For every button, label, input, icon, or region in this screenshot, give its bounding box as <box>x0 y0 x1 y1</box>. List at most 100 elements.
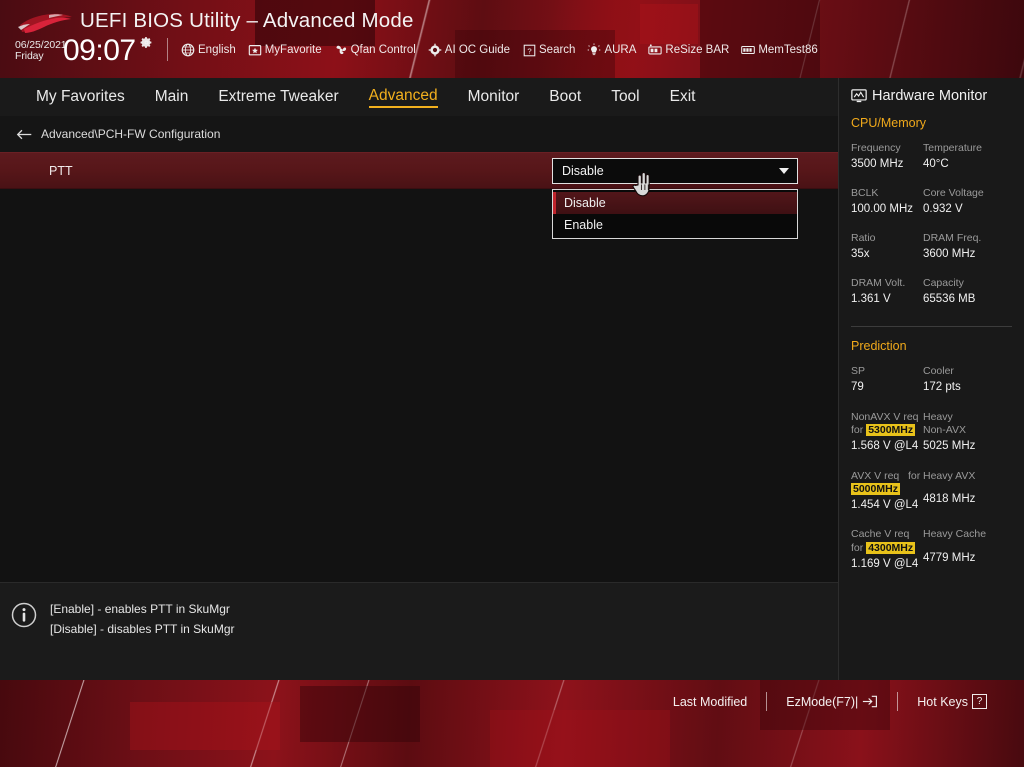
stat-value: 3500 MHz <box>851 157 904 170</box>
prediction-freq-line: for 4300MHz <box>851 542 923 556</box>
prediction-right-value: 5025 MHz <box>923 440 976 453</box>
pointing-hand-cursor <box>632 172 650 197</box>
hardware-monitor-panel: Hardware Monitor CPU/Memory Frequency 35… <box>838 78 1024 680</box>
toolbar-item-ai-oc-guide[interactable]: AI OC Guide <box>428 43 510 57</box>
stat-label: Capacity <box>923 277 964 290</box>
tab-main[interactable]: Main <box>155 88 189 106</box>
toolbar-label: Qfan Control <box>350 44 416 56</box>
toolbar-label: ReSize BAR <box>665 44 730 56</box>
toolbar-item-qfan-control[interactable]: Qfan Control <box>334 43 416 57</box>
prediction-for: for <box>851 424 864 437</box>
toolbar-item-english[interactable]: English <box>181 43 236 57</box>
stat-cooler: Cooler 172 pts <box>923 365 1024 396</box>
stat-value: 40°C <box>923 157 949 170</box>
ezmode-label: EzMode(F7)| <box>786 694 859 709</box>
prediction-freq: 5300MHz <box>866 424 916 437</box>
hot-keys-button[interactable]: Hot Keys ? <box>898 694 1006 709</box>
prediction-freq: 4300MHz <box>866 542 916 555</box>
day-text: Friday <box>15 49 44 62</box>
dropdown-option-disable[interactable]: Disable <box>553 192 797 214</box>
prediction-right-label: Non-AVX <box>923 424 966 437</box>
fan-icon <box>334 43 348 57</box>
last-modified-label: Last Modified <box>672 694 748 709</box>
sidebar-divider <box>851 326 1012 328</box>
tab-monitor[interactable]: Monitor <box>468 88 520 106</box>
stat-sp: SP 79 <box>851 365 923 396</box>
toolbar-label: AI OC Guide <box>444 44 510 56</box>
stat-label: Ratio <box>851 232 876 245</box>
header-divider <box>167 38 168 61</box>
hardware-monitor-title: Hardware Monitor <box>839 88 1024 104</box>
hardware-monitor-label: Hardware Monitor <box>872 88 988 104</box>
prediction-freq-line: 5000MHz <box>851 483 923 497</box>
prediction-value: 1.454 V @L4 <box>851 499 919 512</box>
back-arrow-icon[interactable] <box>16 128 33 141</box>
toolbar-item-memtest86[interactable]: MemTest86 <box>741 43 818 57</box>
chip-icon <box>428 43 442 57</box>
info-circle-icon <box>11 602 37 628</box>
stat-value: 3600 MHz <box>923 248 976 261</box>
monitor-icon <box>851 88 867 102</box>
ptt-dropdown-list[interactable]: Disable Enable <box>552 189 798 239</box>
ptt-dropdown-button[interactable]: Disable <box>552 158 798 184</box>
toolbar-label: MemTest86 <box>758 44 818 56</box>
header-toolbar: English MyFavorite Qfan Control AI OC Gu… <box>181 43 818 57</box>
lightbulb-icon <box>587 43 601 57</box>
toolbar-label: English <box>198 44 236 56</box>
tab-boot[interactable]: Boot <box>549 88 581 106</box>
tab-extreme-tweaker[interactable]: Extreme Tweaker <box>218 88 338 106</box>
prediction-nonavx-right: Heavy Non-AVX 5025 MHz <box>923 411 1024 456</box>
hot-keys-label: Hot Keys <box>917 694 968 709</box>
toolbar-item-aura[interactable]: AURA <box>587 43 636 57</box>
stat-core-voltage: Core Voltage 0.932 V <box>923 187 1024 218</box>
help-line: [Disable] - disables PTT in SkuMgr <box>50 622 235 636</box>
prediction-for: for <box>851 542 864 555</box>
prediction-avx-right: Heavy AVX 4818 MHz <box>923 470 1024 515</box>
tab-tool[interactable]: Tool <box>611 88 639 106</box>
footer-decor-2 <box>300 686 420 742</box>
footer-decor-1 <box>130 702 280 750</box>
stat-label: DRAM Volt. <box>851 277 906 290</box>
prediction-value: 1.169 V @L4 <box>851 558 919 571</box>
last-modified-button[interactable]: Last Modified <box>654 695 766 709</box>
prediction-for: for <box>908 469 921 482</box>
stat-value: 1.361 V <box>851 293 891 306</box>
header-decor-2 <box>640 4 698 44</box>
stat-value: 35x <box>851 248 870 261</box>
tab-exit[interactable]: Exit <box>670 88 696 106</box>
ezmode-button[interactable]: EzMode(F7)| <box>767 695 897 709</box>
prediction-right-value: 4779 MHz <box>923 552 976 565</box>
stat-label: Core Voltage <box>923 187 984 200</box>
prediction-cache-left: Cache V req for 4300MHz 1.169 V @L4 <box>851 528 923 573</box>
stat-value: 79 <box>851 381 864 394</box>
cpu-memory-grid: Frequency 3500 MHz Temperature 40°C BCLK… <box>839 142 1024 322</box>
prediction-avx-left: AVX V req for 5000MHz 1.454 V @L4 <box>851 470 923 515</box>
prediction-right-label: Heavy Cache <box>923 528 987 541</box>
help-text-block: [Enable] - enables PTT in SkuMgr [Disabl… <box>50 599 235 636</box>
stat-label: BCLK <box>851 187 879 200</box>
prediction-label: NonAVX V req <box>851 410 919 423</box>
clock-text: 09:07 <box>63 34 136 67</box>
stat-label: DRAM Freq. <box>923 232 982 245</box>
tab-my-favorites[interactable]: My Favorites <box>36 88 125 106</box>
svg-text:?: ? <box>527 46 531 55</box>
toolbar-item-resize-bar[interactable]: ReSize BAR <box>648 43 729 57</box>
prediction-freq: 5000MHz <box>851 483 900 496</box>
toolbar-label: AURA <box>604 44 637 56</box>
prediction-right-label: Heavy AVX <box>923 469 976 482</box>
prediction-label: AVX V req <box>851 469 900 482</box>
section-heading-cpu-memory: CPU/Memory <box>851 116 927 130</box>
gear-icon[interactable] <box>140 36 153 49</box>
toolbar-item-search[interactable]: ? Search <box>522 43 575 57</box>
prediction-grid: SP 79 Cooler 172 pts NonAVX V req for 53… <box>839 365 1024 587</box>
setting-label: PTT <box>49 163 73 178</box>
dropdown-option-enable[interactable]: Enable <box>553 214 797 236</box>
toolbar-item-myfavorite[interactable]: MyFavorite <box>248 43 322 57</box>
question-key-icon: ? <box>972 694 987 709</box>
footer-actions: Last Modified EzMode(F7)| Hot Keys ? <box>654 692 1006 711</box>
tab-advanced[interactable]: Advanced <box>368 87 438 108</box>
header-decor-3 <box>700 0 820 78</box>
question-box-icon: ? <box>522 43 536 57</box>
prediction-label-line: AVX V req for <box>851 470 923 484</box>
toolbar-label: MyFavorite <box>264 44 322 56</box>
